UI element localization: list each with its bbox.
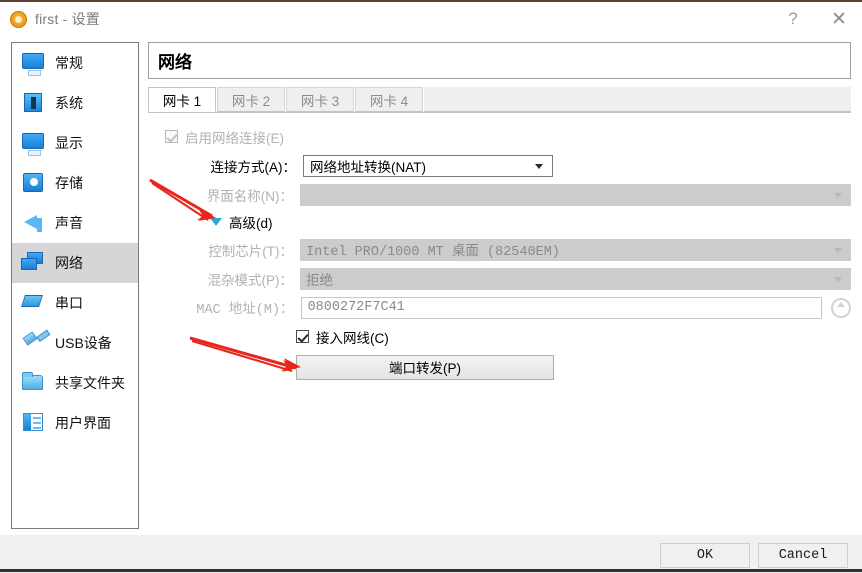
- sidebar-item-label: 串口: [55, 295, 83, 311]
- sidebar-item-label: 系统: [55, 95, 83, 111]
- network-icon: [20, 251, 46, 275]
- tab-adapter-2[interactable]: 网卡 2: [217, 87, 285, 112]
- triangle-down-icon[interactable]: [210, 218, 222, 226]
- serial-port-icon: [20, 291, 46, 315]
- mac-address-field[interactable]: 0800272F7C41: [300, 296, 822, 319]
- attached-to-combobox[interactable]: 网络地址转换(NAT): [303, 154, 553, 177]
- port-forwarding-row: 端口转发(P): [148, 352, 851, 382]
- advanced-disclosure-row[interactable]: 高级(d): [148, 210, 851, 234]
- system-chip-icon: [20, 91, 46, 115]
- adapter-type-value: Intel PRO/1000 MT 桌面 (82540EM): [306, 245, 560, 260]
- display-icon: [20, 131, 46, 156]
- chevron-down-icon: [834, 192, 842, 198]
- refresh-mac-icon[interactable]: [831, 297, 851, 318]
- mac-address-row: MAC 地址(M)： 0800272F7C41: [148, 294, 851, 321]
- user-interface-icon: [20, 411, 46, 435]
- help-icon[interactable]: ?: [770, 1, 816, 37]
- tab-adapter-4[interactable]: 网卡 4: [355, 87, 423, 112]
- network-form: 启用网络连接(E) 连接方式(A)： 网络地址转换(NAT) 界面名称(N)：: [148, 113, 851, 382]
- virtualbox-icon: [10, 10, 27, 28]
- adapter-type-row: 控制芯片(T)： Intel PRO/1000 MT 桌面 (82540EM): [148, 236, 851, 263]
- sidebar-item-audio[interactable]: 声音: [12, 203, 138, 243]
- cable-connected-row: 接入网线(C): [148, 323, 851, 350]
- chevron-down-icon: [834, 276, 842, 282]
- attached-to-value: 网络地址转换(NAT): [310, 159, 426, 175]
- sidebar-item-label: 声音: [55, 215, 83, 231]
- cable-connected-label: 接入网线(C): [316, 330, 389, 346]
- page-title: 网络: [148, 42, 851, 79]
- cancel-button[interactable]: Cancel: [758, 543, 848, 568]
- tabbar-filler: [424, 87, 851, 112]
- promiscuous-mode-combobox[interactable]: 拒绝: [300, 267, 851, 290]
- folder-icon: [20, 371, 46, 395]
- sidebar-item-system[interactable]: 系统: [12, 83, 138, 123]
- settings-content-pane: 网络 网卡 1 网卡 2 网卡 3 网卡 4 启用网络连接(E) 连接方式(A)…: [148, 42, 851, 529]
- title-bar: first - 设置 ? ✕: [0, 0, 862, 36]
- attached-to-row: 连接方式(A)： 网络地址转换(NAT): [148, 152, 851, 179]
- promiscuous-mode-label: 混杂模式(P)：: [207, 272, 294, 288]
- interface-name-combobox[interactable]: [300, 183, 851, 206]
- advanced-label: 高级(d): [229, 216, 273, 231]
- speaker-icon: [20, 211, 46, 235]
- chevron-down-icon: [834, 247, 842, 253]
- promiscuous-mode-value: 拒绝: [306, 272, 334, 288]
- sidebar-item-display[interactable]: 显示: [12, 123, 138, 163]
- mac-address-value: 0800272F7C41: [307, 300, 405, 315]
- sidebar-item-label: 存储: [55, 175, 83, 191]
- sidebar-item-serial-ports[interactable]: 串口: [12, 283, 138, 323]
- monitor-icon: [20, 51, 46, 76]
- chevron-down-icon: [535, 163, 543, 169]
- adapter-type-label: 控制芯片(T)：: [208, 243, 294, 259]
- sidebar-item-label: 用户界面: [55, 415, 111, 431]
- port-forwarding-button[interactable]: 端口转发(P): [296, 354, 554, 380]
- interface-name-label: 界面名称(N)：: [206, 188, 294, 204]
- usb-icon: [20, 331, 46, 355]
- adapter-type-combobox[interactable]: Intel PRO/1000 MT 桌面 (82540EM): [300, 238, 851, 261]
- cable-connected-checkbox[interactable]: [296, 330, 309, 343]
- enable-adapter-row: 启用网络连接(E): [148, 123, 851, 150]
- sidebar-item-general[interactable]: 常规: [12, 43, 138, 83]
- sidebar-item-label: 显示: [55, 135, 83, 151]
- sidebar-item-storage[interactable]: 存储: [12, 163, 138, 203]
- sidebar-item-label: USB设备: [55, 335, 112, 351]
- dialog-footer: OK Cancel: [0, 534, 862, 573]
- enable-adapter-checkbox[interactable]: [165, 130, 178, 143]
- sidebar-item-label: 网络: [55, 255, 83, 271]
- sidebar-item-shared-folders[interactable]: 共享文件夹: [12, 363, 138, 403]
- sidebar-item-user-interface[interactable]: 用户界面: [12, 403, 138, 443]
- settings-sidebar: 常规 系统 显示 存储 声音 网络 串口 USB设备 共享文件夹 用户界面: [11, 42, 139, 529]
- promiscuous-mode-row: 混杂模式(P)： 拒绝: [148, 265, 851, 292]
- footer-buttons: OK Cancel: [660, 543, 848, 568]
- window-title: first - 设置: [35, 11, 100, 27]
- ok-button[interactable]: OK: [660, 543, 750, 568]
- title-bar-left: first - 设置: [0, 9, 770, 29]
- interface-name-row: 界面名称(N)：: [148, 181, 851, 208]
- tab-adapter-3[interactable]: 网卡 3: [286, 87, 354, 112]
- window-body: 常规 系统 显示 存储 声音 网络 串口 USB设备 共享文件夹 用户界面 网络…: [0, 36, 862, 573]
- storage-disk-icon: [20, 171, 46, 195]
- enable-adapter-label: 启用网络连接(E): [185, 130, 284, 146]
- sidebar-item-label: 共享文件夹: [55, 375, 125, 391]
- sidebar-item-label: 常规: [55, 55, 83, 71]
- close-icon[interactable]: ✕: [816, 1, 862, 37]
- sidebar-item-network[interactable]: 网络: [12, 243, 138, 283]
- tab-adapter-1[interactable]: 网卡 1: [148, 87, 216, 112]
- adapter-tabs: 网卡 1 网卡 2 网卡 3 网卡 4: [148, 87, 851, 113]
- sidebar-item-usb[interactable]: USB设备: [12, 323, 138, 363]
- mac-address-label: MAC 地址(M)：: [196, 303, 294, 318]
- attached-to-label: 连接方式(A)：: [210, 159, 297, 175]
- title-bar-buttons: ? ✕: [770, 1, 862, 37]
